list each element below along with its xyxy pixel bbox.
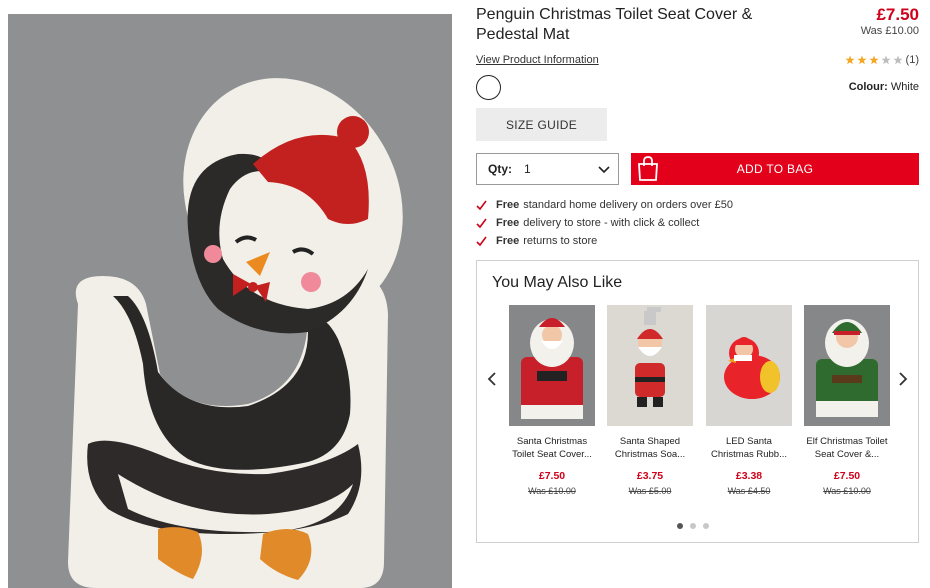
rating-count: (1) xyxy=(905,54,919,66)
star-icon xyxy=(856,55,867,65)
add-to-bag-button[interactable]: ADD TO BAG xyxy=(631,153,919,185)
recommendation-name: LED Santa Christmas Rubb... xyxy=(710,436,788,460)
carousel-dot[interactable] xyxy=(677,523,683,529)
add-to-bag-label: ADD TO BAG xyxy=(736,162,814,176)
recommendation-card[interactable]: Elf Christmas Toilet Seat Cover &... £7.… xyxy=(804,305,890,496)
product-thumbnail[interactable] xyxy=(804,305,890,426)
checkmark-icon xyxy=(476,218,487,228)
delivery-benefit-bold: Free xyxy=(496,199,520,211)
quantity-value: 1 xyxy=(524,162,531,176)
star-icon xyxy=(892,55,903,65)
carousel-dot[interactable] xyxy=(690,523,696,529)
recommendation-card[interactable]: Santa Christmas Toilet Seat Cover... £7.… xyxy=(509,305,595,496)
colour-label: Colour: xyxy=(848,81,888,93)
recommendation-name: Elf Christmas Toilet Seat Cover &... xyxy=(806,436,888,460)
carousel-dot[interactable] xyxy=(703,523,709,529)
recommendation-card[interactable]: Santa Shaped Christmas Soa... £3.75 Was … xyxy=(607,305,693,496)
product-price: £7.50 xyxy=(876,5,919,24)
star-icon xyxy=(844,55,855,65)
star-icon xyxy=(868,55,879,65)
recommendation-card[interactable]: LED Santa Christmas Rubb... £3.38 Was £4… xyxy=(706,305,792,496)
checkmark-icon xyxy=(476,236,487,246)
product-was-price: Was £10.00 xyxy=(860,25,919,37)
colour-selection: Colour: White xyxy=(849,81,919,93)
size-guide-button[interactable]: SIZE GUIDE xyxy=(476,108,607,141)
product-image[interactable] xyxy=(8,14,452,588)
recommendation-was-price: Was £4.50 xyxy=(727,486,771,496)
delivery-benefit: Free delivery to store - with click & co… xyxy=(476,214,733,232)
quantity-select[interactable]: Qty: 1 xyxy=(476,153,619,185)
colour-swatch-white[interactable] xyxy=(476,75,501,100)
recommendation-price: £7.50 xyxy=(833,470,861,482)
quantity-label: Qty: xyxy=(488,162,512,176)
product-title: Penguin Christmas Toilet Seat Cover & Pe… xyxy=(476,6,753,43)
recommendation-price: £3.38 xyxy=(735,470,763,482)
carousel-pagination xyxy=(677,523,709,529)
chevron-left-icon[interactable] xyxy=(485,371,499,387)
delivery-benefit-text: delivery to store - with click & collect xyxy=(523,217,700,229)
shopping-bag-icon xyxy=(638,156,658,181)
product-thumbnail[interactable] xyxy=(706,305,792,426)
delivery-benefit-text: standard home delivery on orders over £5… xyxy=(523,199,733,211)
product-rating[interactable]: (1) xyxy=(844,54,919,66)
delivery-benefit: Free returns to store xyxy=(476,232,733,250)
recommendations-heading: You May Also Like xyxy=(492,274,623,291)
recommendation-name: Santa Christmas Toilet Seat Cover... xyxy=(512,436,592,460)
checkmark-icon xyxy=(476,200,487,210)
delivery-benefit-bold: Free xyxy=(496,217,520,229)
rating-stars xyxy=(844,55,903,65)
colour-value: White xyxy=(890,81,919,93)
delivery-benefit: Free standard home delivery on orders ov… xyxy=(476,196,733,214)
recommendation-was-price: Was £10.00 xyxy=(823,486,871,496)
chevron-down-icon xyxy=(598,166,610,174)
recommendation-name: Santa Shaped Christmas Soa... xyxy=(614,436,686,460)
delivery-benefit-text: returns to store xyxy=(523,235,598,247)
product-thumbnail[interactable] xyxy=(509,305,595,426)
recommendation-price: £7.50 xyxy=(538,470,566,482)
view-product-information-link[interactable]: View Product Information xyxy=(476,54,599,66)
product-thumbnail[interactable] xyxy=(607,305,693,426)
chevron-right-icon[interactable] xyxy=(896,371,910,387)
delivery-benefit-bold: Free xyxy=(496,235,520,247)
delivery-benefits-list: Free standard home delivery on orders ov… xyxy=(476,196,733,250)
recommendations-carousel: You May Also Like Santa Christmas Toilet… xyxy=(476,260,919,543)
recommendation-was-price: Was £10.00 xyxy=(528,486,576,496)
recommendation-price: £3.75 xyxy=(636,470,664,482)
star-icon xyxy=(880,55,891,65)
recommendation-was-price: Was £5.00 xyxy=(628,486,672,496)
